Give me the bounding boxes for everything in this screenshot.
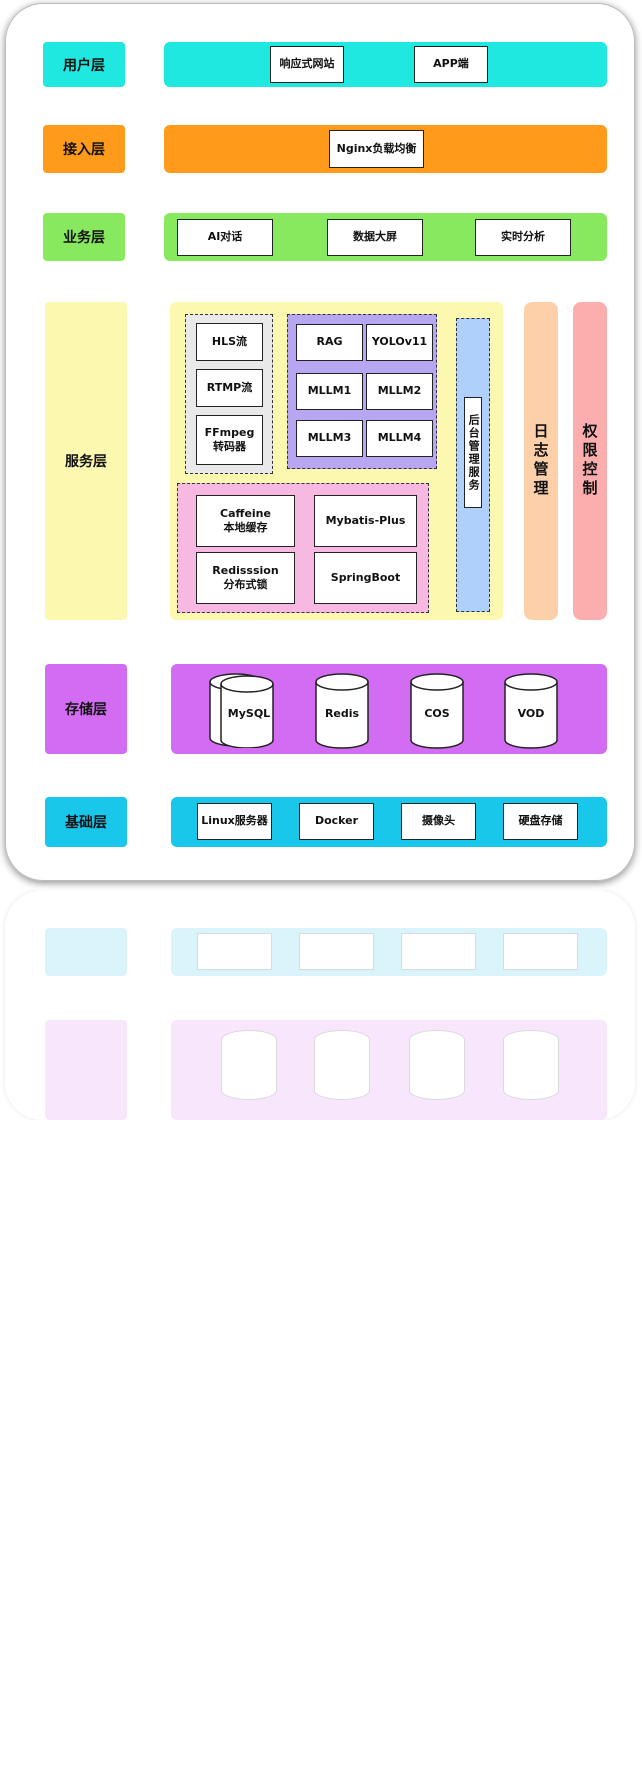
data-screen-box: 数据大屏 bbox=[327, 219, 423, 256]
redisson-box: Redisssion 分布式锁 bbox=[196, 552, 295, 604]
responsive-website-box: 响应式网站 bbox=[270, 46, 344, 83]
cos-label: COS bbox=[424, 707, 450, 720]
user-layer-label: 用户层 bbox=[43, 42, 125, 87]
linux-server-box: Linux服务器 bbox=[197, 803, 272, 840]
springboot-box: SpringBoot bbox=[314, 552, 417, 604]
mysql-label: MySQL bbox=[227, 707, 271, 720]
rag-box: RAG bbox=[296, 324, 363, 361]
log-management-column: 日志管理 bbox=[524, 302, 558, 620]
app-box: APP端 bbox=[414, 46, 488, 83]
hls-stream-box: HLS流 bbox=[196, 323, 263, 361]
camera-box: 摄像头 bbox=[401, 803, 476, 840]
permission-control-column: 权限控制 bbox=[573, 302, 607, 620]
access-layer-label: 接入层 bbox=[43, 125, 125, 173]
ai-chat-box: AI对话 bbox=[177, 219, 273, 256]
hard-disk-box: 硬盘存储 bbox=[503, 803, 578, 840]
docker-box: Docker bbox=[299, 803, 374, 840]
yolov11-box: YOLOv11 bbox=[366, 324, 433, 361]
mllm1-box: MLLM1 bbox=[296, 373, 363, 410]
nginx-box: Nginx负载均衡 bbox=[329, 130, 424, 168]
mllm3-box: MLLM3 bbox=[296, 420, 363, 457]
vod-label: VOD bbox=[517, 707, 545, 720]
user-layer-band bbox=[164, 42, 607, 87]
mybatis-plus-box: Mybatis-Plus bbox=[314, 495, 417, 547]
service-layer-label: 服务层 bbox=[45, 302, 127, 620]
base-layer-label: 基础层 bbox=[45, 797, 127, 847]
mirror-reflection bbox=[0, 890, 642, 1120]
realtime-analysis-box: 实时分析 bbox=[475, 219, 571, 256]
mllm2-box: MLLM2 bbox=[366, 373, 433, 410]
storage-layer-label: 存储层 bbox=[45, 664, 127, 754]
admin-service-box: 后台管理服务 bbox=[464, 397, 482, 508]
mllm4-box: MLLM4 bbox=[366, 420, 433, 457]
rtmp-stream-box: RTMP流 bbox=[196, 369, 263, 407]
caffeine-box: Caffeine 本地缓存 bbox=[196, 495, 295, 547]
ffmpeg-box: FFmpeg 转码器 bbox=[196, 415, 263, 465]
redis-label: Redis bbox=[324, 707, 360, 720]
business-layer-label: 业务层 bbox=[43, 213, 125, 261]
